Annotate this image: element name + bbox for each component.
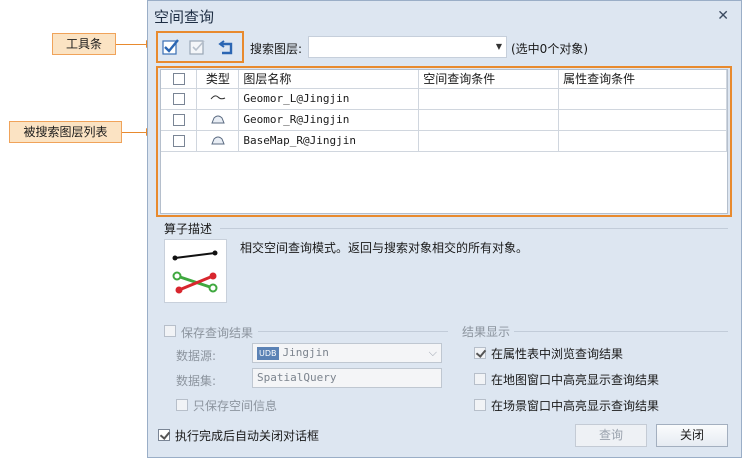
select-none-button[interactable] — [188, 37, 208, 57]
chevron-down-icon: ▼ — [495, 42, 502, 51]
toolbar-callout-arrow — [116, 44, 148, 45]
datasource-value: Jingjin — [282, 346, 329, 359]
header-attribute-condition: 属性查询条件 — [558, 70, 727, 89]
table-row[interactable]: BaseMap_R@Jingjin — [161, 130, 727, 152]
udb-datasource-icon: UDB — [257, 346, 279, 360]
close-button[interactable]: 关闭 — [656, 424, 728, 447]
save-results-checkbox[interactable] — [164, 325, 176, 337]
line-layer-icon — [210, 94, 226, 99]
spatial-only-label: 只保存空间信息 — [193, 399, 278, 413]
select-none-icon — [189, 40, 205, 55]
intersect-operator-icon — [164, 239, 227, 303]
select-all-button[interactable] — [161, 37, 181, 57]
table-row[interactable]: Geomor_L@Jingjin — [161, 88, 727, 110]
row-checkbox[interactable] — [172, 114, 185, 126]
save-results-divider — [258, 331, 448, 332]
save-results-title: 保存查询结果 — [181, 326, 254, 340]
header-type: 类型 — [196, 70, 240, 89]
search-layer-label: 搜索图层: — [250, 42, 303, 56]
layer-list-callout-arrow — [122, 132, 148, 133]
spatial-condition-cell[interactable] — [418, 88, 560, 110]
layer-list-callout: 被搜索图层列表 — [9, 121, 122, 143]
row-checkbox[interactable] — [172, 93, 185, 105]
title-bar: 空间查询 ✕ — [148, 1, 741, 31]
row-checkbox[interactable] — [172, 135, 185, 147]
dialog-title: 空间查询 — [154, 8, 215, 26]
auto-close-checkbox[interactable] — [158, 429, 170, 441]
auto-close-label: 执行完成后自动关闭对话框 — [175, 429, 320, 443]
query-button[interactable]: 查询 — [575, 424, 647, 447]
spatial-only-checkbox[interactable] — [176, 399, 188, 411]
attribute-condition-cell[interactable] — [558, 88, 727, 110]
attribute-condition-cell[interactable] — [558, 130, 727, 152]
dataset-input[interactable]: SpatialQuery — [252, 368, 442, 388]
layer-name: BaseMap_R@Jingjin — [238, 130, 420, 152]
chevron-down-icon: ⌵ — [428, 346, 437, 359]
layer-name: Geomor_R@Jingjin — [238, 109, 420, 131]
result-display-divider — [514, 331, 728, 332]
spatial-condition-cell[interactable] — [418, 109, 560, 131]
invert-selection-icon — [218, 40, 233, 55]
operator-section-title: 算子描述 — [164, 222, 213, 236]
toolbar-callout: 工具条 — [52, 33, 116, 55]
highlight-map-label: 在地图窗口中高亮显示查询结果 — [491, 373, 660, 387]
invert-selection-button[interactable] — [216, 37, 236, 57]
selection-status: (选中0个对象) — [511, 42, 588, 56]
table-row[interactable]: Geomor_R@Jingjin — [161, 109, 727, 131]
select-all-icon — [162, 39, 179, 55]
highlight-map-checkbox[interactable] — [474, 373, 486, 385]
header-spatial-condition: 空间查询条件 — [418, 70, 560, 89]
attribute-condition-cell[interactable] — [558, 109, 727, 131]
header-checkbox[interactable] — [172, 73, 185, 86]
result-display-title: 结果显示 — [462, 325, 511, 339]
layer-name: Geomor_L@Jingjin — [238, 88, 420, 110]
region-layer-icon — [211, 115, 225, 123]
close-icon[interactable]: ✕ — [717, 8, 729, 24]
browse-attribute-checkbox[interactable] — [474, 347, 486, 359]
browse-attribute-label: 在属性表中浏览查询结果 — [491, 347, 624, 361]
header-select-all[interactable] — [161, 70, 198, 89]
table-header-row: 类型 图层名称 空间查询条件 属性查询条件 — [161, 70, 727, 89]
operator-description: 相交空间查询模式。返回与搜索对象相交的所有对象。 — [240, 241, 529, 255]
spatial-condition-cell[interactable] — [418, 130, 560, 152]
header-layer-name: 图层名称 — [238, 70, 420, 89]
layer-table: 类型 图层名称 空间查询条件 属性查询条件 Geomor_L@Jingjin G… — [160, 69, 728, 214]
dataset-label: 数据集: — [176, 374, 217, 388]
highlight-scene-label: 在场景窗口中高亮显示查询结果 — [491, 399, 660, 413]
search-layer-dropdown[interactable]: ▼ — [308, 36, 507, 58]
region-layer-icon — [211, 136, 225, 144]
operator-divider — [220, 228, 728, 229]
highlight-scene-checkbox[interactable] — [474, 399, 486, 411]
spatial-query-dialog: 空间查询 ✕ 搜索图层: ▼ (选中0个对象) 类型 图层名称 空间查询条件 属… — [147, 0, 742, 458]
datasource-label: 数据源: — [176, 349, 217, 363]
datasource-dropdown[interactable]: UDB Jingjin ⌵ — [252, 343, 442, 363]
